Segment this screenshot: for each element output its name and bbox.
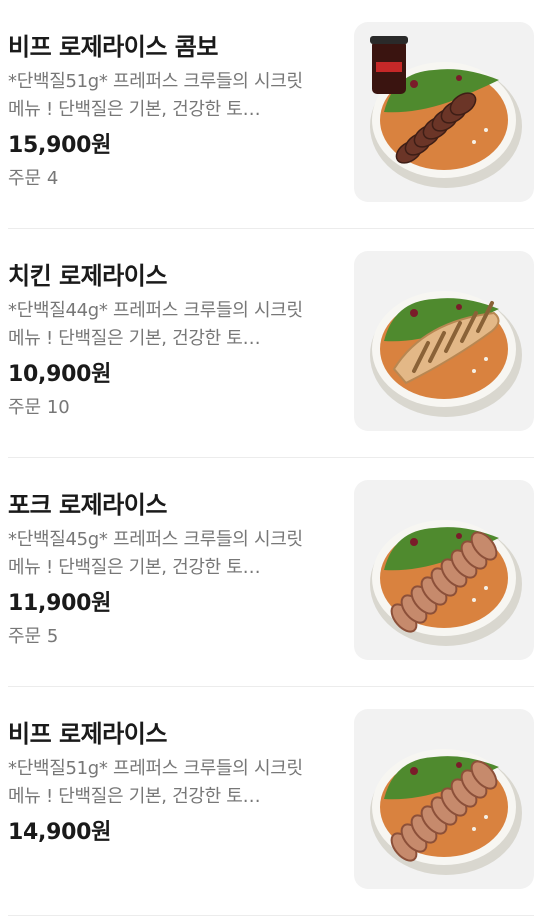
- menu-item[interactable]: 비프 로제라이스 *단백질51g* 프레퍼스 크루들의 시크릿 메뉴 ! 단백질…: [8, 687, 534, 916]
- menu-item-title: 비프 로제라이스 콤보: [8, 33, 218, 61]
- menu-item-image[interactable]: [354, 480, 534, 660]
- menu-item-description: *단백질51g* 프레퍼스 크루들의 시크릿 메뉴 ! 단백질은 기본, 건강한…: [8, 71, 303, 120]
- menu-list: 비프 로제라이스 콤보 *단백질51g* 프레퍼스 크루들의 시크릿 메뉴 ! …: [0, 0, 542, 916]
- menu-item-info: 포크 로제라이스 *단백질45g* 프레퍼스 크루들의 시크릿 메뉴 ! 단백질…: [8, 488, 328, 650]
- menu-item-price: 15,900원: [8, 133, 112, 158]
- menu-item-info: 치킨 로제라이스 *단백질44g* 프레퍼스 크루들의 시크릿 메뉴 ! 단백질…: [8, 259, 328, 421]
- menu-item-price: 11,900원: [8, 591, 112, 616]
- menu-item-description: *단백질44g* 프레퍼스 크루들의 시크릿 메뉴 ! 단백질은 기본, 건강한…: [8, 300, 303, 349]
- menu-item[interactable]: 포크 로제라이스 *단백질45g* 프레퍼스 크루들의 시크릿 메뉴 ! 단백질…: [8, 458, 534, 687]
- menu-item[interactable]: 치킨 로제라이스 *단백질44g* 프레퍼스 크루들의 시크릿 메뉴 ! 단백질…: [8, 229, 534, 458]
- menu-item[interactable]: 비프 로제라이스 콤보 *단백질51g* 프레퍼스 크루들의 시크릿 메뉴 ! …: [8, 0, 534, 229]
- menu-item-title: 비프 로제라이스: [8, 720, 167, 748]
- menu-item-image[interactable]: [354, 251, 534, 431]
- menu-item-description: *단백질45g* 프레퍼스 크루들의 시크릿 메뉴 ! 단백질은 기본, 건강한…: [8, 529, 303, 578]
- menu-item-order-count: 주문 4: [8, 168, 59, 189]
- menu-item-info: 비프 로제라이스 콤보 *단백질51g* 프레퍼스 크루들의 시크릿 메뉴 ! …: [8, 30, 328, 192]
- menu-item-image[interactable]: [354, 709, 534, 889]
- menu-item-price: 10,900원: [8, 362, 112, 387]
- menu-item-image[interactable]: [354, 22, 534, 202]
- menu-item-order-count: 주문 5: [8, 626, 59, 647]
- menu-item-title: 포크 로제라이스: [8, 491, 167, 519]
- menu-item-order-count: 주문 10: [8, 397, 70, 418]
- menu-item-info: 비프 로제라이스 *단백질51g* 프레퍼스 크루들의 시크릿 메뉴 ! 단백질…: [8, 717, 328, 853]
- menu-item-title: 치킨 로제라이스: [8, 262, 167, 290]
- menu-item-description: *단백질51g* 프레퍼스 크루들의 시크릿 메뉴 ! 단백질은 기본, 건강한…: [8, 758, 303, 807]
- drink-cup-icon: [370, 36, 408, 94]
- menu-item-price: 14,900원: [8, 820, 112, 845]
